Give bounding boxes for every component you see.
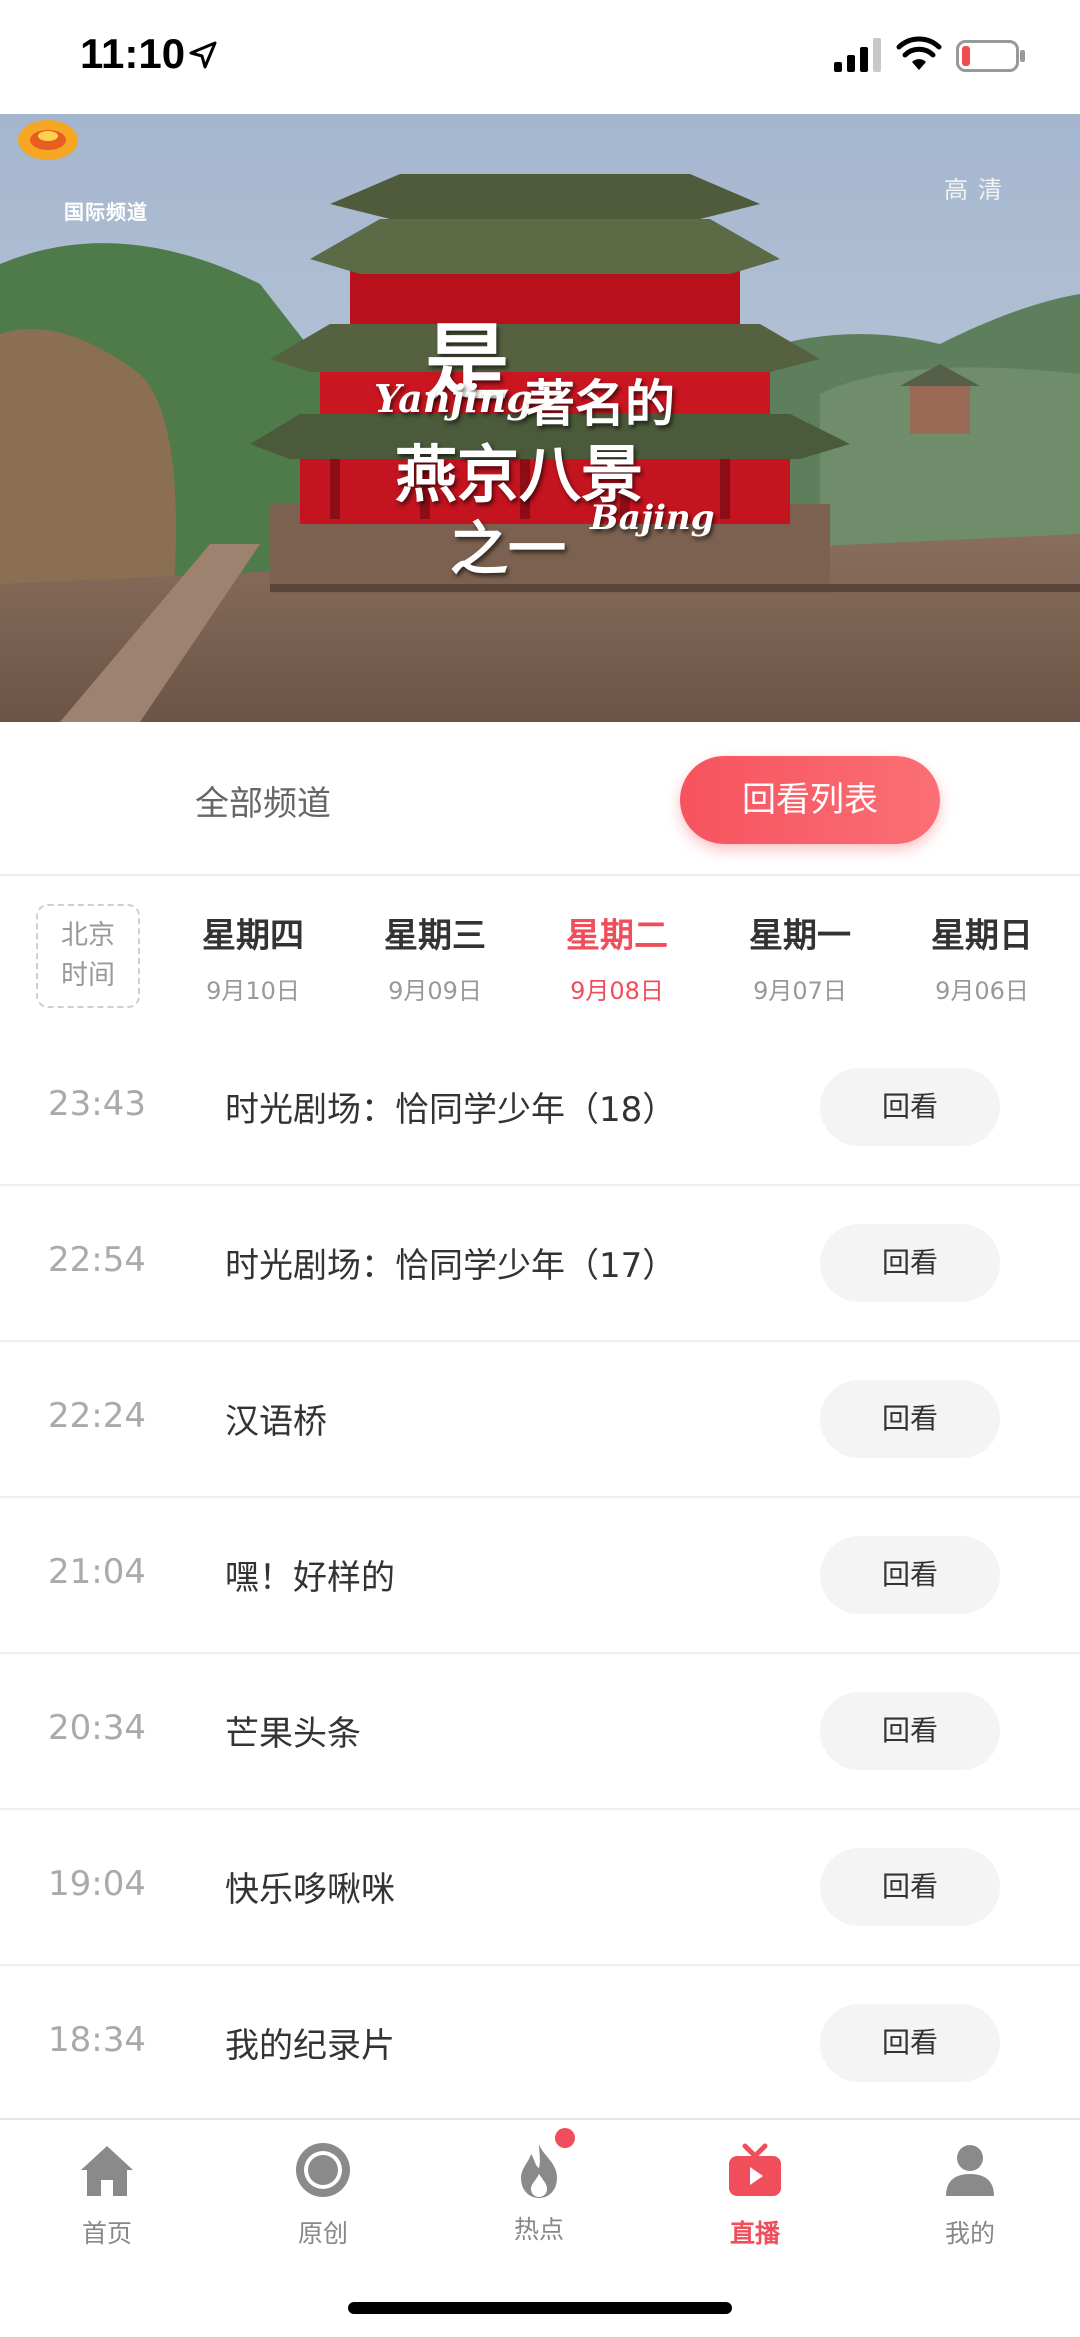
replay-button[interactable]: 回看 [820,1224,1000,1302]
program-time: 19:04 [48,1864,146,1904]
replay-button[interactable]: 回看 [820,1848,1000,1926]
timezone-line-1: 北京 [61,920,115,951]
nav-label: 首页 [81,2219,132,2248]
day-date: 9月09日 [388,977,482,1005]
program-time: 18:34 [48,2020,146,2060]
program-time: 21:04 [48,1552,146,1592]
day-date: 9月06日 [935,977,1029,1005]
program-title: 快乐哆啾咪 [225,1870,395,1910]
beijing-time-label: 北京 时间 [36,904,140,1008]
channel-logo-icon [18,120,78,160]
day-selector: 北京 时间 星期四 9月10日 星期三 9月09日 星期二 9月08日 星期一 … [0,878,1080,1028]
channel-logo-text: 国际频道 [64,200,148,224]
signal-icon [834,38,881,72]
nav-label: 热点 [513,2215,564,2244]
program-row[interactable]: 22:54 时光剧场：恰同学少年（17） 回看 [0,1186,1080,1342]
replay-button[interactable]: 回看 [820,1068,1000,1146]
wifi-icon [896,36,942,70]
program-title: 时光剧场：恰同学少年（17） [225,1246,677,1286]
status-time: 11:10 [80,30,186,77]
overlay-caption-4: 之一 [450,515,567,583]
program-row[interactable]: 18:34 我的纪录片 回看 [0,1966,1080,2122]
nav-label: 我的 [944,2219,995,2248]
program-row[interactable]: 22:24 汉语桥 回看 [0,1342,1080,1498]
video-player[interactable]: 国际频道 高清 是 Yanjing 著名的 燕京八景 之一 Bajing [0,114,1080,722]
location-arrow-icon [189,41,217,69]
day-tab-monday[interactable]: 星期一 9月07日 [715,908,885,1006]
view-tabs: 全部频道 回看列表 [0,722,1080,876]
program-row[interactable]: 19:04 快乐哆啾咪 回看 [0,1810,1080,1966]
timezone-line-2: 时间 [61,960,115,991]
original-disc-icon [296,2143,350,2197]
program-time: 20:34 [48,1708,146,1748]
day-tab-wednesday[interactable]: 星期三 9月09日 [350,908,520,1006]
day-date: 9月08日 [570,977,664,1005]
day-name: 星期四 [202,916,304,956]
day-date: 9月07日 [753,977,847,1005]
replay-button[interactable]: 回看 [820,1380,1000,1458]
day-tab-sunday[interactable]: 星期日 9月06日 [897,908,1067,1006]
flame-icon [521,2144,557,2198]
home-indicator[interactable] [348,2302,732,2314]
day-name: 星期日 [931,916,1033,956]
nav-item-profile[interactable]: 我的 [900,2140,1040,2250]
nav-item-live[interactable]: 直播 [685,2140,825,2250]
program-time: 23:43 [48,1084,146,1124]
program-list: 23:43 时光剧场：恰同学少年（18） 回看 22:54 时光剧场：恰同学少年… [0,1030,1080,2122]
program-row[interactable]: 23:43 时光剧场：恰同学少年（18） 回看 [0,1030,1080,1186]
program-title: 嘿！好样的 [225,1558,395,1598]
tab-replay-list[interactable]: 回看列表 [680,756,940,844]
replay-button[interactable]: 回看 [820,2004,1000,2082]
day-name: 星期三 [384,916,486,956]
notification-badge [555,2128,575,2148]
program-title: 时光剧场：恰同学少年（18） [225,1090,677,1130]
program-title: 汉语桥 [225,1402,327,1442]
program-time: 22:54 [48,1240,146,1280]
nav-label: 直播 [729,2219,780,2248]
nav-item-original[interactable]: 原创 [253,2140,393,2250]
day-date: 9月10日 [206,977,300,1005]
program-row[interactable]: 21:04 嘿！好样的 回看 [0,1498,1080,1654]
quality-toggle[interactable]: 高清 [944,170,1012,205]
overlay-caption-latin-1: Yanjing [374,376,533,421]
day-name: 星期二 [566,916,668,956]
program-time: 22:24 [48,1396,146,1436]
nav-item-hot[interactable]: 热点 [469,2128,609,2246]
nav-label: 原创 [297,2219,348,2248]
program-title: 我的纪录片 [225,2026,395,2066]
battery-low-icon [956,40,1025,72]
day-tab-tuesday[interactable]: 星期二 9月08日 [532,908,702,1006]
replay-button[interactable]: 回看 [820,1536,1000,1614]
program-row[interactable]: 20:34 芒果头条 回看 [0,1654,1080,1810]
flame-icon-wrap [509,2128,575,2200]
overlay-caption-latin-2: Bajing [590,498,715,538]
day-name: 星期一 [749,916,851,956]
profile-icon [946,2145,994,2196]
tab-all-channels[interactable]: 全部频道 [195,776,331,825]
live-tv-icon [729,2143,781,2196]
nav-item-home[interactable]: 首页 [37,2140,177,2250]
day-tab-thursday[interactable]: 星期四 9月10日 [168,908,338,1006]
home-icon [81,2146,133,2196]
status-bar: 11:10 [0,0,1080,114]
replay-button[interactable]: 回看 [820,1692,1000,1770]
program-title: 芒果头条 [225,1714,361,1754]
